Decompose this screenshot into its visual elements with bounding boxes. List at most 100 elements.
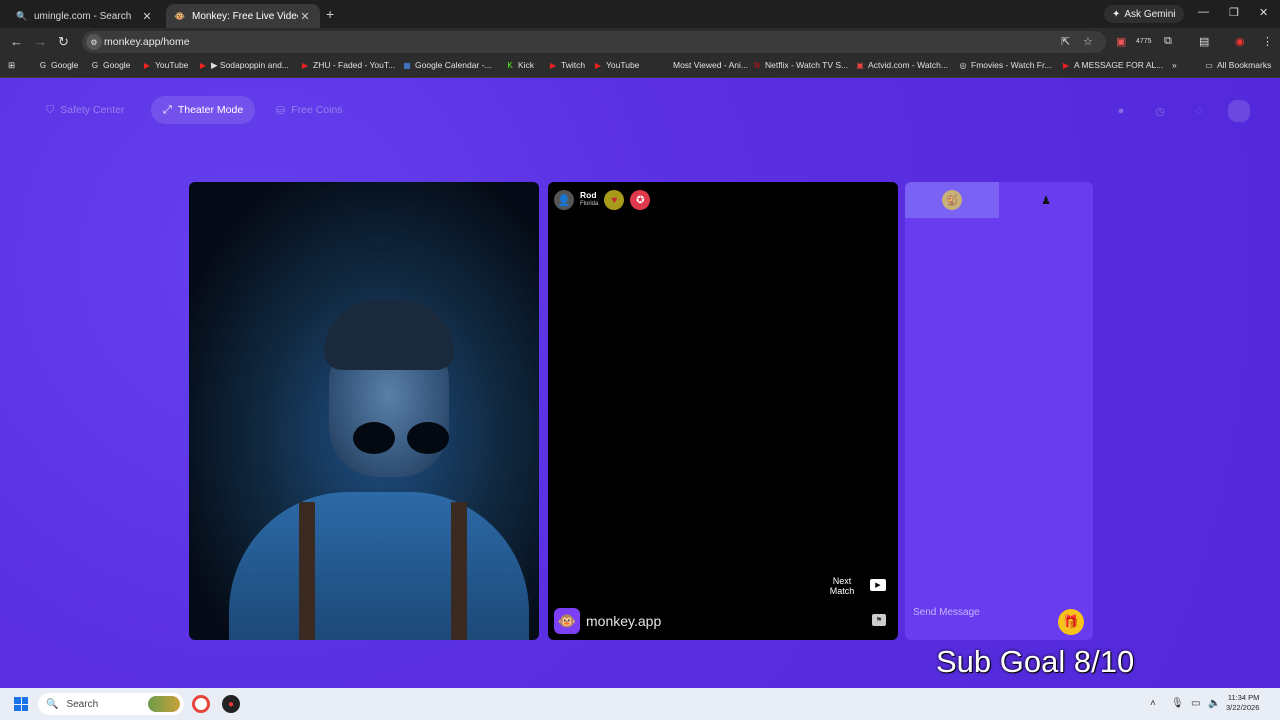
close-icon[interactable]: ✕ [298,10,312,23]
bookmark-item[interactable]: ▶ YouTube [593,60,639,70]
tab-monkey[interactable]: 🐵 Monkey: Free Live Video Ch ✕ [166,4,320,28]
gemini-icon: ✦ [1112,8,1121,20]
url-text: monkey.app/home [104,36,190,48]
clock-date: 3/22/2026 [1226,703,1260,712]
chat-bubble-icon[interactable]: ◌ [1190,102,1208,120]
app-icon[interactable]: ● [222,695,240,713]
windows-start-icon[interactable] [14,697,28,711]
person-silhouette-icon: ♟ [1041,194,1051,207]
apps-icon[interactable]: ⊞ [8,60,15,71]
all-bookmarks[interactable]: ▭ All Bookmarks [1204,60,1271,70]
gift-button[interactable]: 🎁 [1058,609,1084,635]
safety-center-button[interactable]: ⛉ Safety Center [34,96,136,124]
taskbar-search[interactable]: 🔍 Search [38,693,184,715]
speaker-icon[interactable]: 🔈 [1208,698,1220,709]
search-icon: 🔍 [46,698,59,710]
next-match-label[interactable]: Next Match [828,576,856,596]
address-bar[interactable]: ⚙ monkey.app/home [82,31,1106,53]
chat-tab-stranger[interactable]: ♟ [999,182,1093,218]
remote-user-location: Florida [580,201,599,207]
bookmark-item[interactable]: ▶ Twitch [548,60,585,70]
remote-avatar[interactable]: 👤 [554,190,574,210]
chevron-right-icon[interactable]: » [1172,60,1177,70]
tab-umingle-search[interactable]: 🔍 umingle.com - Search ✕ [8,4,162,28]
ask-gemini-button[interactable]: ✦ Ask Gemini [1104,5,1184,23]
restore-icon[interactable]: ❐ [1229,6,1239,19]
chevron-up-icon[interactable]: ˄ [1150,698,1156,709]
google-icon: G [91,60,99,70]
bookmark-item[interactable]: ▶ ZHU - Faded - YouT... [300,60,395,70]
star-icon[interactable]: ☆ [1083,35,1093,48]
network-icon[interactable]: ▭ [1191,698,1200,709]
new-tab-button[interactable]: + [326,6,334,22]
back-icon[interactable]: ← [10,34,23,49]
youtube-icon: ▶ [199,61,207,70]
menu-icon[interactable]: ⋮ [1262,35,1273,48]
youtube-icon: ▶ [1062,60,1070,70]
taskbar-search-label: Search [66,698,99,710]
bookmark-item[interactable]: K Kick [505,60,534,70]
heart-icon[interactable]: ♥ [604,190,625,210]
search-highlight-image [148,696,180,712]
side-panel-icon[interactable]: ▤ [1199,35,1209,48]
brand-text: monkey.app [586,613,662,629]
system-clock[interactable]: 11:34 PM 3/22/2026 [1226,693,1259,713]
ask-gemini-label: Ask Gemini [1124,8,1176,20]
theater-mode-button[interactable]: ⤢ Theater Mode [151,96,256,124]
report-icon[interactable]: ⚑ [872,614,886,626]
youtube-icon: ▶ [143,60,151,70]
bookmark-item[interactable]: G Google [38,60,79,70]
bookmark-item[interactable]: ▶ A MESSAGE FOR AL... [1061,60,1163,70]
avatar[interactable] [1228,100,1250,122]
self-video [189,182,539,640]
close-window-icon[interactable]: ✕ [1259,6,1268,19]
sunglasses [349,422,459,458]
reload-icon[interactable]: ↻ [58,34,69,50]
bookmark-item[interactable]: N Netflix - Watch TV S... [752,60,848,70]
netflix-icon: N [754,60,760,70]
bookmark-item[interactable]: ▶ YouTube [142,60,188,70]
monkey-icon: 🐵 [174,10,186,21]
youtube-icon: ▶ [594,60,602,70]
free-coins-button[interactable]: ⛁ Free Coins [264,96,355,124]
youtube-icon: ▶ [301,60,309,70]
chrome-icon[interactable] [192,695,210,713]
folder-icon: ▭ [1205,60,1213,70]
extension-icon[interactable]: ▣ [1116,35,1126,48]
close-icon[interactable]: ✕ [140,10,154,23]
profile-icon[interactable]: ◉ [1235,35,1245,48]
forward-icon[interactable]: → [34,34,47,49]
bookmarks-bar: ⊞ G Google G Google ▶ YouTube ▶ ▶ Sodapoppin… [0,56,1280,78]
suspender-strap [299,502,315,640]
safety-center-label: Safety Center [60,104,125,116]
puzzle-icon[interactable]: ⧉ [1164,35,1172,48]
search-icon: 🔍 [16,10,28,21]
site-info-icon[interactable]: ⚙ [86,34,102,50]
next-match-icon[interactable]: ▶ [870,579,886,591]
history-icon[interactable]: ◷ [1151,102,1169,120]
bookmark-item[interactable]: ▦ Google Calendar -... [402,60,491,70]
youtube-icon: ▶ [549,60,557,70]
bookmark-item[interactable]: G Google [90,60,131,70]
video-icon: ▣ [856,60,864,70]
sub-goal-overlay: Sub Goal 8/10 [936,644,1135,679]
send-message-input[interactable] [913,602,1053,622]
minimize-icon[interactable]: — [1198,6,1209,18]
free-coins-label: Free Coins [291,104,343,116]
install-icon[interactable]: ⇱ [1061,35,1070,48]
coin-icon[interactable]: ● [1112,102,1130,120]
windows-taskbar: 🔍 Search ● ˄ 🎙 ▭ 🔈 11:34 PM 3/22/2026 [0,688,1280,720]
person-body [229,492,529,640]
lens [407,422,449,454]
microphone-icon[interactable]: 🎙 [1171,698,1184,709]
bookmark-item[interactable]: ▶ ▶ Sodapoppin and... [198,60,289,71]
gift-icon[interactable]: ✪ [630,190,651,210]
bookmark-item[interactable]: Most Viewed - Ani... [660,60,748,70]
extension-badge[interactable]: 4775 [1136,38,1152,45]
remote-video: 👤 Rod Florida ♥ ✪ Next Match ▶ 🐵 monkey.… [548,182,898,640]
kick-icon: K [507,60,513,70]
bookmark-item[interactable]: ▣ Actvid.com - Watch... [855,60,948,70]
tab-title: Monkey: Free Live Video Ch [192,10,298,22]
bookmark-item[interactable]: ◎ Fmovies - Watch Fr... [958,60,1052,70]
chat-tab-friend[interactable]: 🐒 [905,182,999,218]
